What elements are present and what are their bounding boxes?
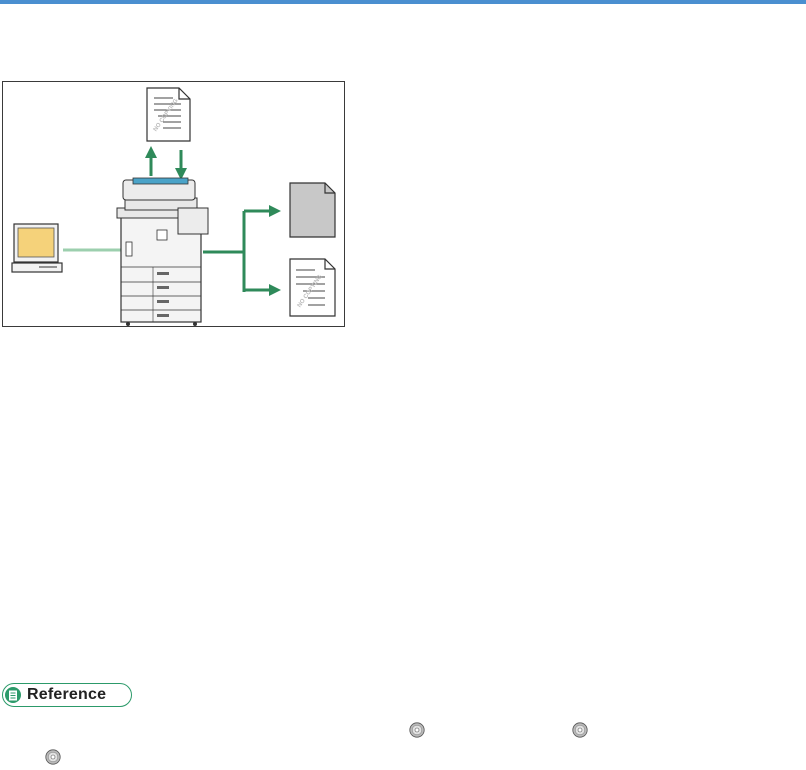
original-document-icon: NO COPYING: [146, 87, 191, 142]
output-arrows: [203, 205, 281, 296]
reference-label: Reference: [27, 686, 107, 703]
printer-icon: [116, 177, 209, 326]
computer-icon: [11, 223, 63, 273]
cd-icon[interactable]: [45, 749, 61, 765]
watermarked-copy-icon: NO COPYING: [289, 258, 336, 317]
document-icon: [5, 687, 21, 703]
illustration-svg: NO COPYING NO COPYING: [11, 87, 336, 326]
cd-icon[interactable]: [409, 722, 425, 738]
unauthorized-copy-illustration: NO COPYING NO COPYING: [2, 81, 345, 327]
cd-icon[interactable]: [572, 722, 588, 738]
reference-badge: Reference: [2, 683, 132, 707]
blanked-copy-icon: [289, 182, 336, 238]
header-rule: [0, 0, 806, 4]
